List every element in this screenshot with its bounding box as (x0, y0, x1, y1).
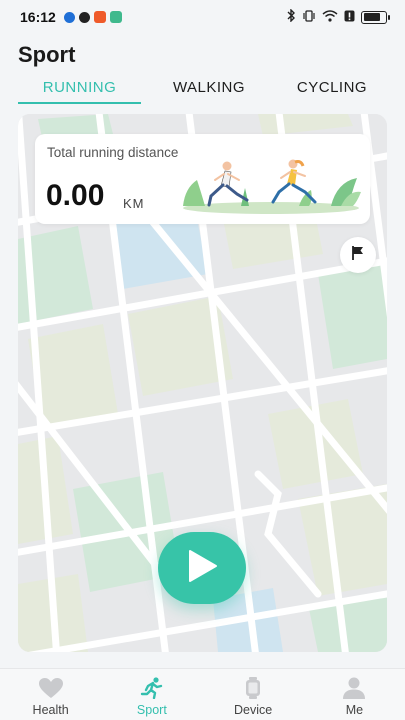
bluetooth-app-icon (63, 11, 75, 23)
distance-unit: KM (123, 196, 145, 211)
flag-icon (350, 245, 366, 266)
start-run-button[interactable] (158, 532, 246, 604)
bluetooth-icon (286, 8, 296, 25)
vpn-app-icon (109, 11, 122, 23)
play-icon (186, 549, 218, 588)
bottom-nav: Health Sport Device Me (0, 668, 405, 720)
runners-illustration (183, 159, 361, 214)
vibrate-icon (302, 9, 316, 25)
heart-icon (38, 677, 64, 699)
nav-label-me: Me (345, 703, 364, 717)
nav-label-device: Device (234, 703, 273, 717)
status-time: 16:12 (20, 9, 56, 25)
battery-level (363, 13, 381, 21)
nav-label-sport: Sport (136, 703, 167, 717)
wifi-icon (322, 9, 338, 25)
orange-app-icon (93, 11, 106, 23)
nav-item-device[interactable]: Device (203, 669, 304, 720)
nav-item-me[interactable]: Me (304, 669, 405, 720)
nav-item-health[interactable]: Health (0, 669, 101, 720)
page-title: Sport (18, 42, 76, 67)
tab-walking[interactable]: WALKING (154, 76, 264, 106)
flag-button[interactable] (340, 237, 376, 273)
warning-icon (344, 10, 355, 25)
qq-icon (78, 11, 90, 23)
status-right-icons (286, 8, 390, 25)
status-app-icons (63, 11, 122, 23)
runner-icon (139, 677, 165, 699)
tab-active-indicator (18, 102, 141, 104)
status-bar: 16:12 (0, 0, 405, 34)
tab-cycling[interactable]: CYCLING (277, 76, 387, 106)
person-icon (341, 677, 367, 699)
distance-value: 0.00 (46, 179, 105, 212)
watch-icon (240, 677, 266, 699)
battery-icon (361, 10, 390, 24)
distance-label: Total running distance (47, 145, 179, 160)
nav-label-health: Health (32, 703, 69, 717)
distance-card: Total running distance 0.00 KM (35, 134, 370, 224)
nav-item-sport[interactable]: Sport (101, 669, 202, 720)
